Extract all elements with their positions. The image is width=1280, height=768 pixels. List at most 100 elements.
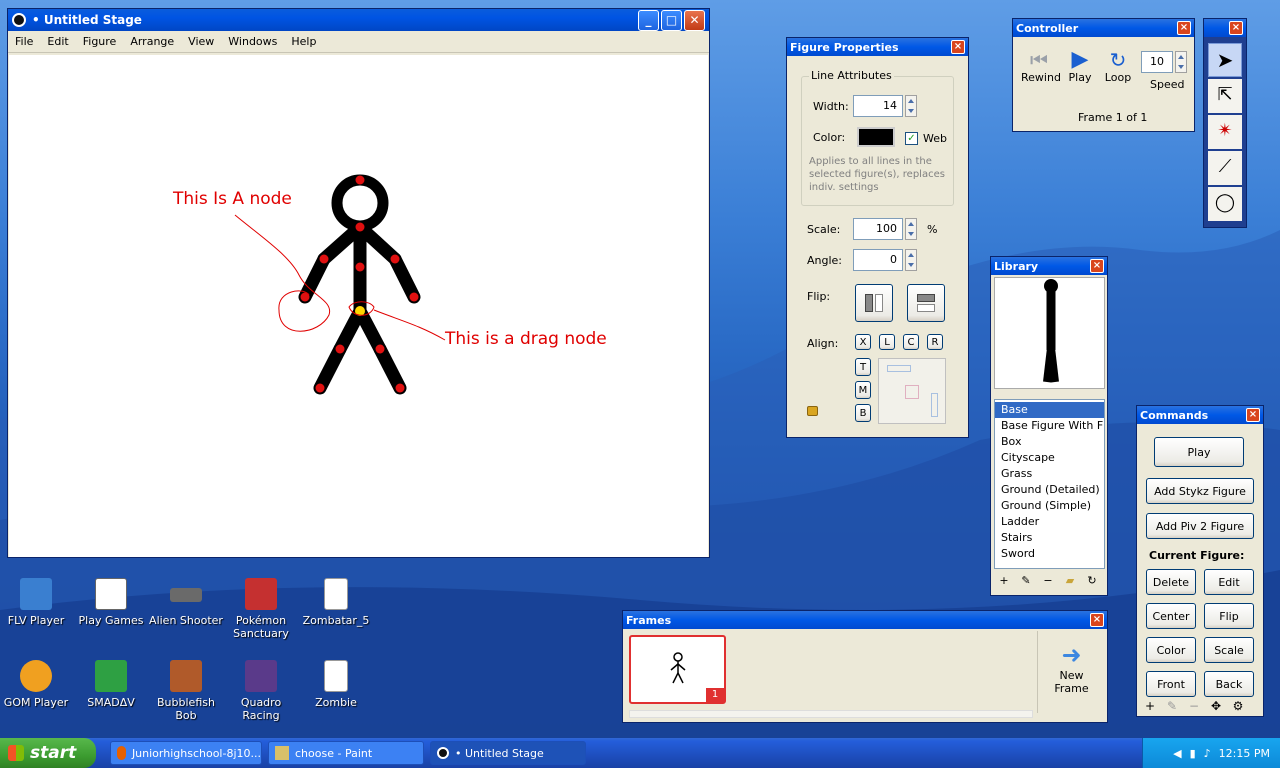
library-item[interactable]: Stairs [995, 530, 1104, 546]
volume-icon[interactable]: ♪ [1204, 747, 1211, 760]
library-item[interactable]: Base [995, 402, 1104, 418]
align-right-button[interactable]: R [927, 334, 943, 350]
tool-direct-select[interactable]: ⇱ [1208, 79, 1242, 113]
library-item[interactable]: Base Figure With F [995, 418, 1104, 434]
tools-titlebar[interactable]: × [1204, 19, 1246, 37]
library-item[interactable]: Ground (Simple) [995, 498, 1104, 514]
menu-edit[interactable]: Edit [40, 35, 75, 48]
taskbar-item-paint[interactable]: choose - Paint [268, 741, 424, 765]
loop-button[interactable]: ↻ Loop [1101, 49, 1135, 95]
maximize-button[interactable]: □ [661, 9, 682, 31]
speed-field[interactable]: 10 [1141, 51, 1173, 73]
align-top-button[interactable]: T [855, 358, 871, 376]
menu-arrange[interactable]: Arrange [123, 35, 181, 48]
controller-titlebar[interactable]: Controller × [1013, 19, 1194, 37]
angle-field[interactable]: 0 [853, 249, 903, 271]
move-icon[interactable]: ✥ [1206, 699, 1226, 717]
width-field[interactable]: 14 [853, 95, 903, 117]
align-bottom-button[interactable]: B [855, 404, 871, 422]
tool-add-line[interactable]: ⟋ [1208, 151, 1242, 185]
desktop-icon-bubblefish-bob[interactable]: Bubblefish Bob [148, 660, 224, 722]
width-stepper[interactable] [905, 95, 917, 117]
library-item[interactable]: Grass [995, 466, 1104, 482]
plus-icon[interactable]: + [994, 574, 1014, 594]
speed-stepper[interactable] [1175, 51, 1187, 73]
library-close-icon[interactable]: × [1090, 259, 1104, 273]
angle-stepper[interactable] [905, 249, 917, 271]
desktop-icon-zombatar[interactable]: Zombatar_5 [298, 578, 374, 627]
tool-rotate[interactable]: ✴ [1208, 115, 1242, 149]
desktop-icon-gom-player[interactable]: GOM Player [0, 660, 74, 709]
library-item[interactable]: Ladder [995, 514, 1104, 530]
tool-add-circle[interactable]: ◯ [1208, 187, 1242, 221]
color-swatch[interactable] [857, 127, 895, 147]
flip-horizontal-button[interactable] [855, 284, 893, 322]
delete-button[interactable]: Delete [1146, 569, 1196, 595]
add-stykz-figure-button[interactable]: Add Stykz Figure [1146, 478, 1254, 504]
front-button[interactable]: Front [1146, 671, 1196, 697]
plus-icon[interactable]: + [1140, 699, 1160, 717]
play-button[interactable]: ▶ Play [1065, 49, 1095, 95]
library-item[interactable]: Box [995, 434, 1104, 450]
pencil-icon[interactable]: ✎ [1016, 574, 1036, 594]
network-icon[interactable]: ▮ [1190, 747, 1196, 760]
desktop-icon-quadro-racing[interactable]: Quadro Racing [223, 660, 299, 722]
tool-select[interactable]: ➤ [1208, 43, 1242, 77]
library-titlebar[interactable]: Library × [991, 257, 1107, 275]
desktop-icon-alien-shooter[interactable]: Alien Shooter [148, 578, 224, 627]
controller-close-icon[interactable]: × [1177, 21, 1191, 35]
refresh-icon[interactable]: ↻ [1082, 574, 1102, 594]
web-checkbox[interactable]: ✓ [905, 132, 918, 145]
stage-canvas[interactable]: This Is A node This is a drag node [9, 55, 708, 557]
tray-expand-icon[interactable]: ◀ [1173, 747, 1181, 760]
flip-button[interactable]: Flip [1204, 603, 1254, 629]
scale-stepper[interactable] [905, 218, 917, 240]
menu-figure[interactable]: Figure [76, 35, 124, 48]
commands-titlebar[interactable]: Commands × [1137, 406, 1263, 424]
menu-help[interactable]: Help [284, 35, 323, 48]
desktop-icon-zombie[interactable]: Zombie [298, 660, 374, 709]
desktop-icon-flv-player[interactable]: FLV Player [0, 578, 74, 627]
commands-close-icon[interactable]: × [1246, 408, 1260, 422]
commands-play-button[interactable]: Play [1154, 437, 1244, 467]
figure-properties-titlebar[interactable]: Figure Properties × [787, 38, 968, 56]
desktop-icon-play-games[interactable]: Play Games [73, 578, 149, 627]
back-button[interactable]: Back [1204, 671, 1254, 697]
scale-field[interactable]: 100 [853, 218, 903, 240]
start-button[interactable]: start [0, 738, 96, 768]
taskbar-item-firefox[interactable]: Juniorhighschool-8j10... [110, 741, 262, 765]
frames-titlebar[interactable]: Frames × [623, 611, 1107, 629]
stick-figure[interactable] [9, 55, 708, 557]
center-button[interactable]: Center [1146, 603, 1196, 629]
frames-close-icon[interactable]: × [1090, 613, 1104, 627]
align-middle-button[interactable]: M [855, 381, 871, 399]
color-button[interactable]: Color [1146, 637, 1196, 663]
frame-thumbnail[interactable]: 1 [629, 635, 726, 704]
align-left-button[interactable]: L [879, 334, 895, 350]
tools-close-icon[interactable]: × [1229, 21, 1243, 35]
scale-button[interactable]: Scale [1204, 637, 1254, 663]
library-item[interactable]: Cityscape [995, 450, 1104, 466]
menu-windows[interactable]: Windows [221, 35, 284, 48]
minus-icon[interactable]: − [1038, 574, 1058, 594]
minus-icon[interactable]: − [1184, 699, 1204, 717]
taskbar-item-stage[interactable]: • Untitled Stage [430, 741, 586, 765]
figure-properties-close-icon[interactable]: × [951, 40, 965, 54]
folder-icon[interactable]: ▰ [1060, 574, 1080, 594]
menu-view[interactable]: View [181, 35, 221, 48]
desktop-icon-smadav[interactable]: SMADΔV [73, 660, 149, 709]
library-list[interactable]: Base Base Figure With F Box Cityscape Gr… [994, 399, 1105, 569]
align-x-button[interactable]: X [855, 334, 871, 350]
edit-button[interactable]: Edit [1204, 569, 1254, 595]
align-center-button[interactable]: C [903, 334, 919, 350]
menu-file[interactable]: File [8, 35, 40, 48]
library-item[interactable]: Ground (Detailed) [995, 482, 1104, 498]
close-button[interactable]: ✕ [684, 9, 705, 31]
gear-icon[interactable]: ⚙ [1228, 699, 1248, 717]
stage-titlebar[interactable]: • Untitled Stage _ □ ✕ [8, 9, 709, 31]
frame-scrollbar[interactable] [629, 710, 1033, 718]
desktop-icon-pokemon-sanctuary[interactable]: Pokémon Sanctuary [223, 578, 299, 640]
flip-vertical-button[interactable] [907, 284, 945, 322]
rewind-button[interactable]: ⏮ Rewind [1021, 49, 1061, 95]
minimize-button[interactable]: _ [638, 9, 659, 31]
